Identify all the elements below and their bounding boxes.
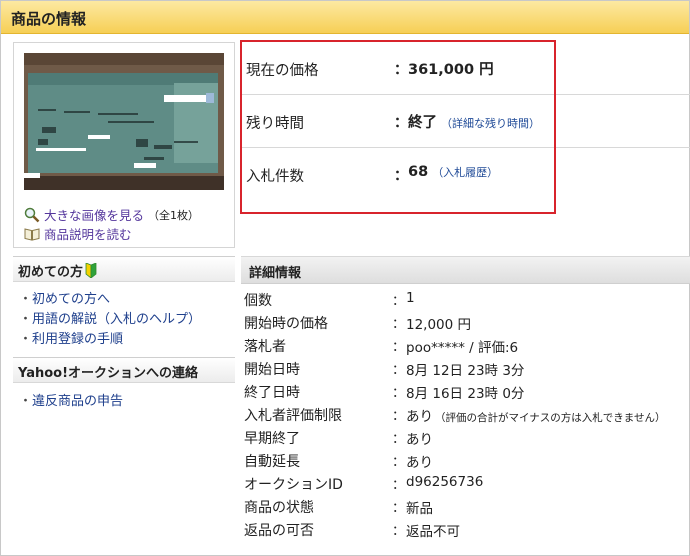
detail-value: d96256736 xyxy=(406,474,484,490)
contact-header: Yahoo!オークションへの連絡 xyxy=(13,357,235,383)
detail-row-condition: 商品の状態 ： 新品 xyxy=(244,494,690,517)
colon: ： xyxy=(392,478,406,493)
detail-row-auto-extend: 自動延長 ： あり xyxy=(244,448,690,471)
image-count: （全1枚） xyxy=(148,208,200,222)
detail-value: あり （評価の合計がマイナスの方は入札できません） xyxy=(406,409,666,425)
contact-title: Yahoo!オークションへの連絡 xyxy=(18,366,199,381)
colon: ： xyxy=(392,432,406,447)
detail-label: 開始日時 xyxy=(244,362,300,378)
detail-value: 12,000 円 xyxy=(406,317,472,333)
detail-row-early-end: 早期終了 ： あり xyxy=(244,425,690,448)
detail-value: 1 xyxy=(406,290,415,306)
read-description-label: 商品説明を読む xyxy=(44,227,132,242)
beginner-mark-icon xyxy=(85,262,97,279)
section-header: 商品の情報 xyxy=(1,1,689,34)
detail-value: 8月 12日 23時 3分 xyxy=(406,363,525,379)
beginners-title: 初めての方 xyxy=(18,261,97,280)
colon: ： xyxy=(392,317,406,332)
colon: ： xyxy=(392,409,406,424)
detail-row-end-time: 終了日時 ： 8月 16日 23時 0分 xyxy=(244,379,690,402)
detail-row-winner: 落札者 ： poo***** / 評価:6 xyxy=(244,333,690,356)
detail-row-start-price: 開始時の価格 ： 12,000 円 xyxy=(244,310,690,333)
enlarge-image-link[interactable]: 大きな画像を見る （全1枚） xyxy=(24,205,199,224)
colon: ： xyxy=(392,386,406,401)
book-icon xyxy=(24,226,40,242)
colon: ： xyxy=(392,501,406,516)
detail-label: 早期終了 xyxy=(244,431,300,447)
detail-value: あり xyxy=(406,455,433,471)
detail-label: 個数 xyxy=(244,293,272,309)
highlight-box xyxy=(240,40,556,214)
detail-value: 新品 xyxy=(406,501,433,517)
colon: ： xyxy=(392,294,406,309)
detail-label: 入札者評価制限 xyxy=(244,408,342,424)
detail-row-bidder-restriction: 入札者評価制限 ： あり （評価の合計がマイナスの方は入札できません） xyxy=(244,402,690,425)
detail-row-returns: 返品の可否 ： 返品不可 xyxy=(244,517,690,540)
detail-label: 終了日時 xyxy=(244,385,300,401)
item-thumbnail[interactable] xyxy=(24,53,224,190)
colon: ： xyxy=(392,524,406,539)
sidebar-link-registration[interactable]: 利用登録の手順 xyxy=(19,328,123,347)
detail-label: 開始時の価格 xyxy=(244,316,328,332)
detail-value: poo***** / 評価:6 xyxy=(406,340,519,356)
enlarge-image-label: 大きな画像を見る xyxy=(44,208,145,223)
details-header: 詳細情報 xyxy=(241,256,690,284)
details-title: 詳細情報 xyxy=(249,266,302,281)
sidebar-link-glossary[interactable]: 用語の解説（入札のヘルプ） xyxy=(19,308,201,327)
detail-label: 返品の可否 xyxy=(244,523,314,539)
detail-row-start-time: 開始日時 ： 8月 12日 23時 3分 xyxy=(244,356,690,379)
detail-row-quantity: 個数 ： 1 xyxy=(244,287,690,310)
detail-value: あり xyxy=(406,432,433,448)
detail-value: 8月 16日 23時 0分 xyxy=(406,386,525,402)
read-description-link[interactable]: 商品説明を読む xyxy=(24,224,132,243)
beginners-header: 初めての方 xyxy=(13,256,235,282)
section-title: 商品の情報 xyxy=(11,10,87,28)
colon: ： xyxy=(392,363,406,378)
sidebar-link-beginners-guide[interactable]: 初めての方へ xyxy=(19,288,110,307)
detail-label: 商品の状態 xyxy=(244,500,314,516)
detail-row-auction-id: オークションID ： d96256736 xyxy=(244,471,690,494)
colon: ： xyxy=(392,340,406,355)
detail-value: 返品不可 xyxy=(406,524,460,540)
magnifier-icon xyxy=(24,207,40,223)
detail-label: 落札者 xyxy=(244,339,286,355)
item-image-panel: 大きな画像を見る （全1枚） 商品説明を読む xyxy=(13,42,235,248)
colon: ： xyxy=(392,455,406,470)
detail-label: オークションID xyxy=(244,477,343,493)
sidebar-link-report-violation[interactable]: 違反商品の申告 xyxy=(19,390,123,409)
detail-label: 自動延長 xyxy=(244,454,300,470)
